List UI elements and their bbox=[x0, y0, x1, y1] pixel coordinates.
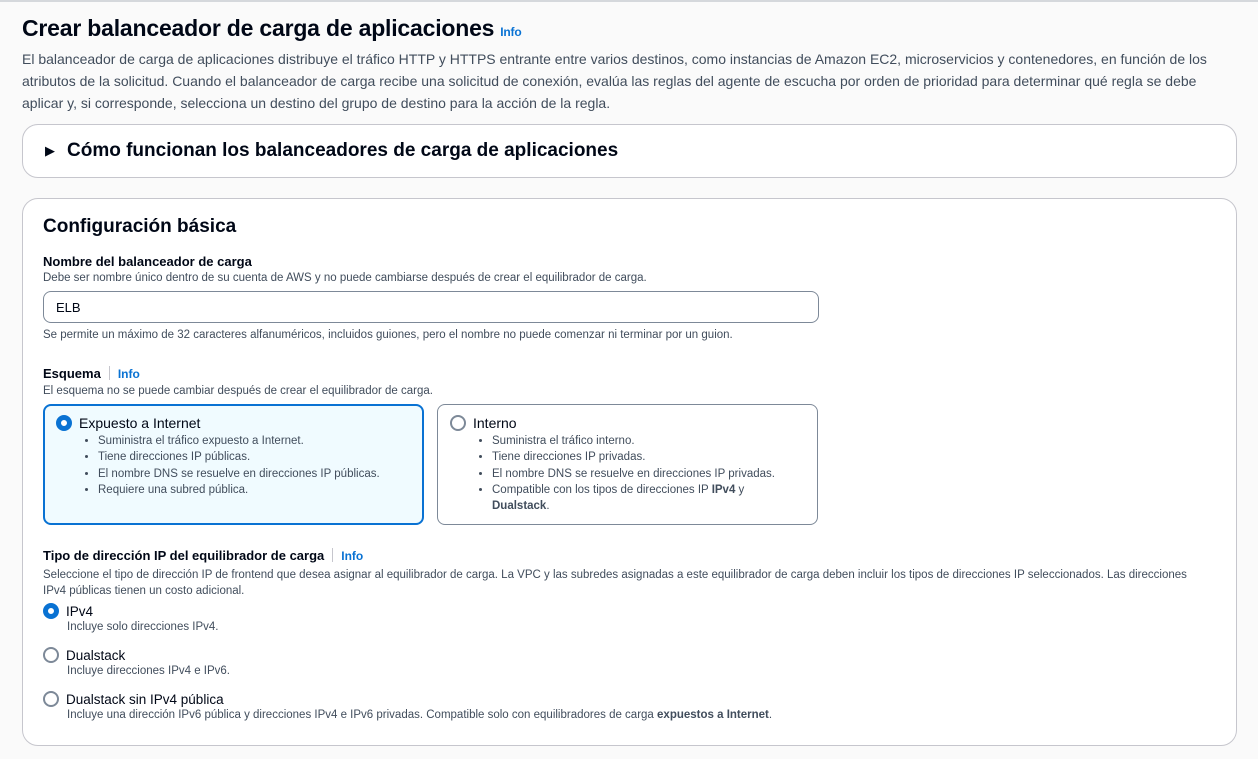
ip-type-description: Seleccione el tipo de dirección IP de fr… bbox=[43, 569, 1187, 597]
scheme-internal-card[interactable]: Interno Suministra el tráfico interno. T… bbox=[437, 404, 818, 525]
ip-type-label: Tipo de dirección IP del equilibrador de… bbox=[43, 548, 364, 563]
basic-config-panel: Configuración básica Nombre del balancea… bbox=[22, 198, 1237, 746]
scheme-description: El esquema no se puede cambiar después d… bbox=[43, 385, 433, 397]
ip-option-ipv4[interactable]: IPv4 Incluye solo direcciones IPv4. bbox=[43, 603, 219, 633]
ip-option-dualstack[interactable]: Dualstack Incluye direcciones IPv4 e IPv… bbox=[43, 647, 230, 677]
bullet: Compatible con los tipos de direcciones … bbox=[492, 482, 805, 515]
bullet: Requiere una subred pública. bbox=[98, 482, 411, 498]
radio-selected-icon[interactable] bbox=[56, 415, 72, 431]
expander-title: Cómo funcionan los balanceadores de carg… bbox=[67, 140, 619, 161]
radio-unselected-icon[interactable] bbox=[450, 415, 466, 431]
ip-option-dualstack-no-public-ipv4[interactable]: Dualstack sin IPv4 pública Incluye una d… bbox=[43, 691, 772, 721]
bullet: Suministra el tráfico interno. bbox=[492, 433, 805, 449]
how-it-works-expander[interactable]: ▶ Cómo funcionan los balanceadores de ca… bbox=[22, 124, 1237, 178]
top-divider bbox=[0, 0, 1258, 2]
bullet: Tiene direcciones IP privadas. bbox=[492, 449, 805, 465]
page-description: El balanceador de carga de aplicaciones … bbox=[22, 51, 1207, 111]
bullet: Suministra el tráfico expuesto a Interne… bbox=[98, 433, 411, 449]
radio-selected-icon[interactable] bbox=[43, 603, 59, 619]
bullet: Tiene direcciones IP públicas. bbox=[98, 449, 411, 465]
info-link[interactable]: Info bbox=[500, 25, 521, 39]
name-description: Debe ser nombre único dentro de su cuent… bbox=[43, 272, 647, 284]
name-label: Nombre del balanceador de carga bbox=[43, 254, 252, 269]
caret-right-icon: ▶ bbox=[45, 143, 55, 158]
scheme-internet-facing-card[interactable]: Expuesto a Internet Suministra el tráfic… bbox=[43, 404, 424, 525]
bullet: El nombre DNS se resuelve en direcciones… bbox=[98, 466, 411, 482]
radio-unselected-icon[interactable] bbox=[43, 691, 59, 707]
scheme-label: Esquema Info bbox=[43, 366, 140, 381]
bullet: El nombre DNS se resuelve en direcciones… bbox=[492, 466, 805, 482]
panel-title: Configuración básica bbox=[43, 216, 237, 237]
radio-unselected-icon[interactable] bbox=[43, 647, 59, 663]
ip-info-link[interactable]: Info bbox=[341, 549, 363, 563]
name-constraint: Se permite un máximo de 32 caracteres al… bbox=[43, 329, 733, 341]
page-title: Crear balanceador de carga de aplicacion… bbox=[22, 15, 522, 41]
load-balancer-name-input[interactable] bbox=[43, 291, 819, 323]
scheme-info-link[interactable]: Info bbox=[118, 367, 140, 381]
